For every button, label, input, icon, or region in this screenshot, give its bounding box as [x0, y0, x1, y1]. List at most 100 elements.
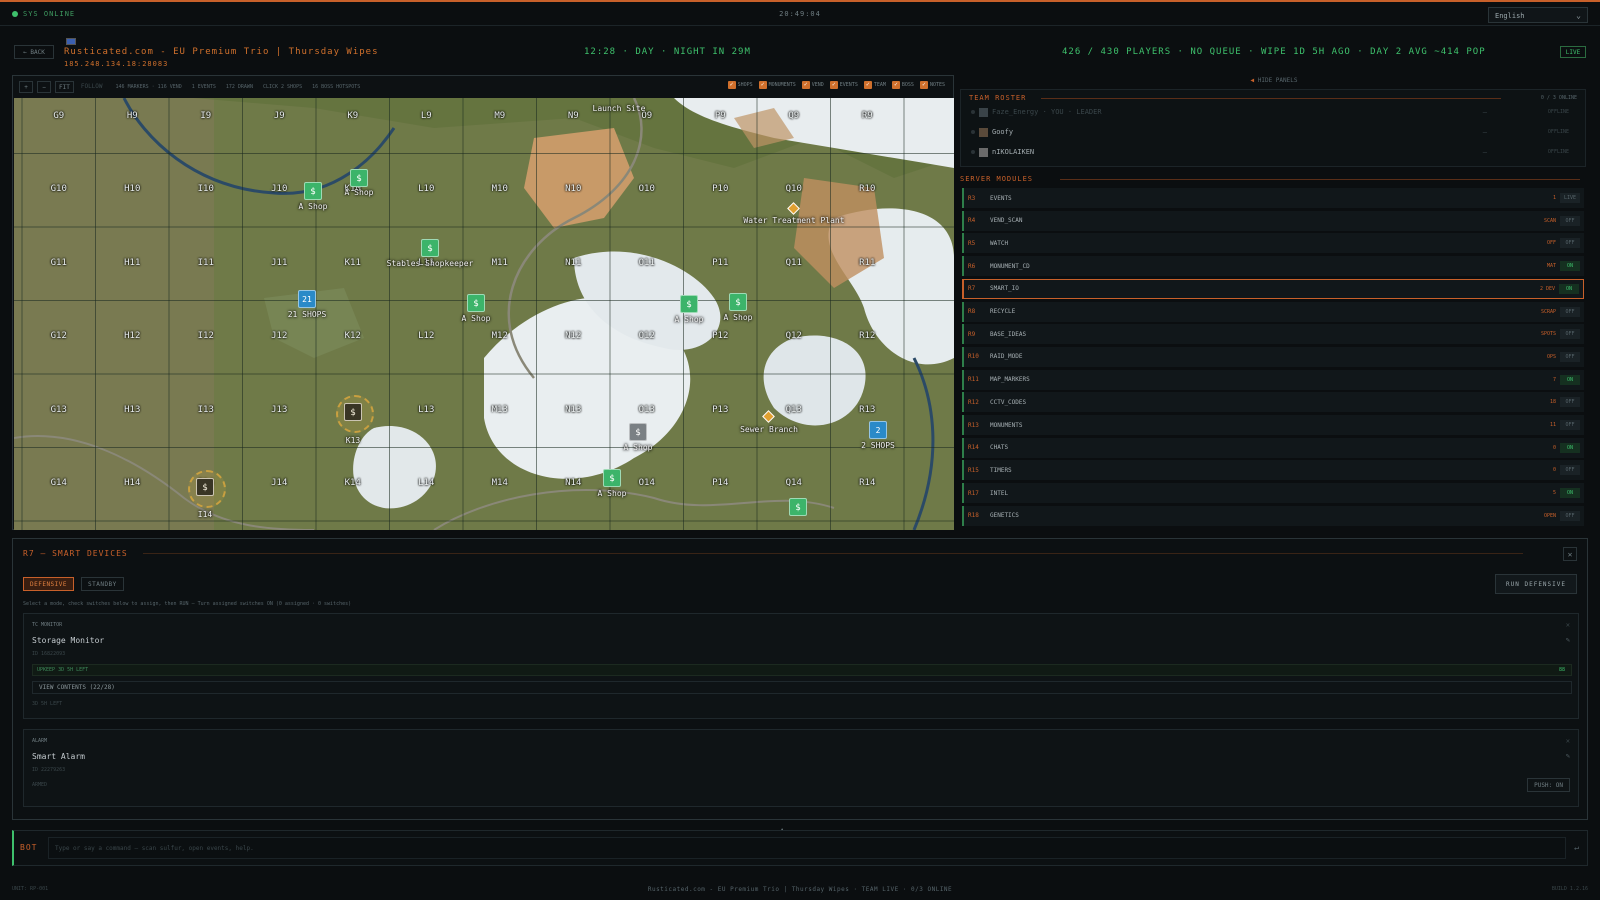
back-button[interactable]: ← BACK [14, 45, 54, 59]
filter-shops[interactable]: ✓ SHOPS [727, 81, 753, 89]
module-value: 0 [1552, 467, 1556, 474]
shop-cluster-marker[interactable]: 2 [869, 421, 887, 439]
shop-marker[interactable]: $ [421, 239, 439, 257]
close-icon[interactable]: ✕ [1563, 547, 1577, 561]
zoom-in-button[interactable]: + [19, 81, 33, 93]
language-select[interactable]: English ⌄ [1488, 7, 1588, 23]
module-value: OPS [1546, 353, 1556, 360]
module-toggle[interactable]: OFF [1560, 465, 1580, 476]
module-toggle[interactable]: ON [1560, 374, 1580, 385]
module-row[interactable]: R18 GENETICS OPEN OFF [962, 505, 1584, 526]
close-icon[interactable]: ✕ [1566, 621, 1570, 629]
filter-events[interactable]: ✓ EVENTS [829, 81, 858, 89]
module-row[interactable]: R8 RECYCLE SCRAP OFF [962, 301, 1584, 322]
mode-defensive-button[interactable]: DEFENSIVE [23, 577, 75, 591]
run-defensive-button[interactable]: RUN DEFENSIVE [1495, 574, 1577, 594]
filter-notes[interactable]: ✓ NOTES [919, 81, 945, 89]
module-row[interactable]: R15 TIMERS 0 OFF [962, 460, 1584, 481]
grid-cell-label: J9 [273, 110, 285, 121]
module-name: INTEL [990, 489, 1009, 497]
server-ip[interactable]: 185.248.134.18:28083 [64, 60, 168, 68]
module-toggle[interactable]: OFF [1560, 238, 1580, 249]
shop-marker[interactable]: $ [629, 423, 647, 441]
checkbox-icon: ✓ [891, 81, 900, 89]
shop-marker[interactable]: $ [350, 169, 368, 187]
module-row[interactable]: R12 CCTV_CODES 18 OFF [962, 392, 1584, 413]
device-id: ID 16822093 [32, 651, 66, 657]
edit-icon[interactable]: ✎ [1566, 636, 1570, 644]
module-id: R6 [968, 262, 976, 270]
module-toggle[interactable]: OFF [1560, 329, 1580, 340]
roster-title: TEAM ROSTER [969, 94, 1027, 102]
grid-cell-label: K12 [344, 331, 361, 342]
send-icon[interactable]: ↵ [1574, 843, 1579, 852]
module-toggle[interactable]: ON [1560, 261, 1580, 272]
module-toggle[interactable]: ON [1560, 442, 1580, 453]
module-toggle[interactable]: LIVE [1560, 193, 1580, 203]
grid-cell-label: J11 [271, 257, 288, 268]
shop-label: A Shop [723, 313, 753, 322]
shop-marker[interactable]: $ [467, 294, 485, 312]
shop-marker[interactable]: $ [304, 182, 322, 200]
roster-member[interactable]: nIKOLAIKEN — OFFLINE [971, 144, 1577, 160]
module-row[interactable]: R7 SMART_IO 2 DEV ON [962, 278, 1584, 299]
map-view[interactable]: G9 H9 I9 J9 K9 L9 M9 N9 O9 P9 Q9 R9 G10 H10 I10 J10 K10 L… [14, 98, 954, 530]
shop-label: A Shop [674, 315, 704, 324]
module-toggle[interactable]: OFF [1560, 510, 1580, 521]
filter-boss[interactable]: ✓ BOSS [891, 81, 914, 89]
module-toggle[interactable]: OFF [1560, 306, 1580, 317]
module-row[interactable]: R13 MONUMENTS 11 OFF [962, 415, 1584, 435]
module-toggle[interactable]: ON [1560, 488, 1580, 499]
boss-marker[interactable]: $ [188, 470, 226, 508]
grid-cell-label: Q13 [785, 404, 802, 415]
filter-monuments[interactable]: ✓ MONUMENTS [758, 81, 796, 89]
follow-button[interactable]: FOLLOW [78, 81, 106, 93]
module-row[interactable]: R3 EVENTS 1 LIVE [962, 188, 1584, 208]
roster-member[interactable]: Faze_Energy · YOU · LEADER — OFFLINE [971, 104, 1577, 120]
grid-cell-label: O13 [638, 404, 655, 415]
push-toggle-button[interactable]: PUSH: ON [1527, 778, 1570, 792]
module-name: CHATS [990, 444, 1009, 452]
module-value: SCAN [1543, 217, 1556, 224]
module-row[interactable]: R11 MAP_MARKERS 7 ON [962, 369, 1584, 390]
hide-panels-label: HIDE PANELS [1257, 77, 1298, 84]
grid-cell-label: I9 [200, 110, 212, 121]
filter-team[interactable]: ✓ TEAM [863, 81, 886, 89]
module-toggle[interactable]: OFF [1560, 215, 1580, 226]
module-value: 0 [1552, 444, 1556, 451]
hide-panels-button[interactable]: ◀ HIDE PANELS [960, 75, 1588, 87]
module-row[interactable]: R4 VEND_SCAN SCAN OFF [962, 210, 1584, 231]
fit-button[interactable]: FIT [55, 81, 74, 93]
view-contents-button[interactable]: VIEW CONTENTS (22/28) [32, 681, 1572, 694]
module-toggle[interactable]: OFF [1560, 351, 1580, 362]
module-toggle[interactable]: OFF [1560, 420, 1580, 430]
shop-marker[interactable]: $ [680, 295, 698, 313]
shop-cluster-marker[interactable]: 21 [298, 290, 316, 308]
module-row[interactable]: R5 WATCH OFF OFF [962, 233, 1584, 254]
module-toggle[interactable]: ON [1559, 283, 1579, 294]
command-input[interactable]: Type or say a command — scan sulfur, ope… [48, 837, 1566, 859]
roster-member[interactable]: Goofy — OFFLINE [971, 124, 1577, 140]
module-id: R18 [968, 512, 979, 520]
module-toggle[interactable]: OFF [1560, 397, 1580, 408]
shop-marker[interactable]: $ [603, 469, 621, 487]
module-row[interactable]: R6 MONUMENT_CD MAT ON [962, 256, 1584, 277]
module-row[interactable]: R17 INTEL 5 ON [962, 483, 1584, 504]
close-icon[interactable]: ✕ [1566, 737, 1570, 745]
grid-cell-label: H9 [126, 110, 138, 121]
module-row[interactable]: R10 RAID_MODE OPS OFF [962, 346, 1584, 367]
boss-marker[interactable]: $ [336, 395, 374, 433]
zoom-out-button[interactable]: − [37, 81, 51, 93]
module-row[interactable]: R9 BASE_IDEAS SPOTS OFF [962, 324, 1584, 345]
mode-standby-button[interactable]: STANDBY [81, 577, 124, 591]
shop-marker[interactable]: $ [729, 293, 747, 311]
module-row[interactable]: R14 CHATS 0 ON [962, 437, 1584, 458]
divider: — [1482, 128, 1487, 136]
bot-command-bar: BOT Type or say a command — scan sulfur,… [12, 830, 1588, 866]
filter-vend[interactable]: ✓ VEND [801, 81, 824, 89]
module-value: 7 [1552, 376, 1556, 383]
grid-cell-label: R11 [859, 257, 876, 268]
roster-count: 0 / 3 ONLINE [1540, 95, 1577, 101]
shop-marker[interactable]: $ [789, 498, 807, 516]
edit-icon[interactable]: ✎ [1566, 752, 1570, 760]
